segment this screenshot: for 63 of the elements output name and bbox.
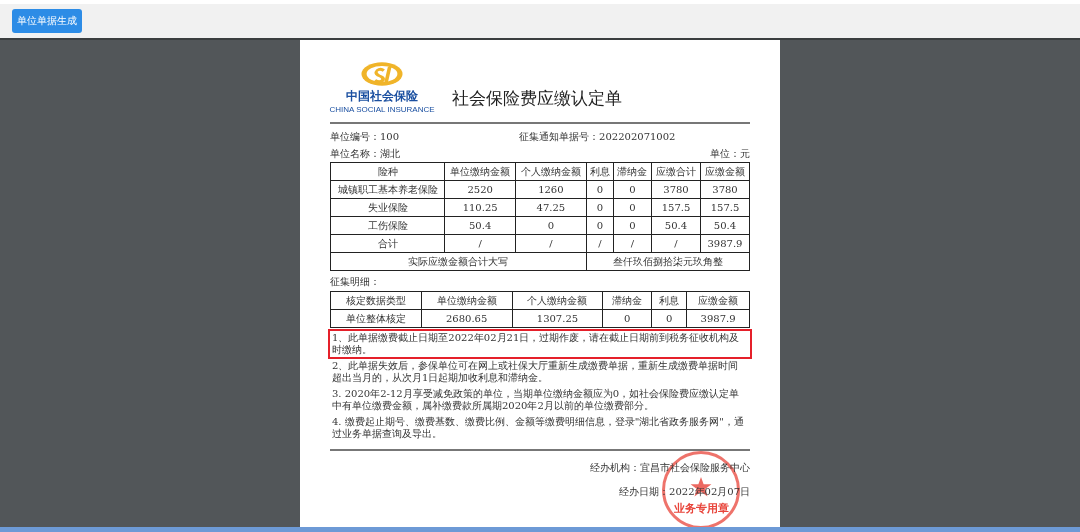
table-cell: 城镇职工基本养老保险 [330, 180, 445, 199]
table-cell: 0 [613, 180, 652, 199]
unit-name: 单位名称：湖北 [330, 147, 400, 160]
table-cell: / [613, 234, 652, 253]
table-cell: 叁仟玖佰捌拾柒元玖角整 [586, 252, 750, 271]
table-cell: 1260 [515, 180, 587, 199]
table-cell: / [444, 234, 516, 253]
column-header: 核定数据类型 [330, 291, 422, 310]
table-cell: 0 [586, 216, 614, 235]
currency-unit: 单位：元 [710, 147, 750, 160]
table-cell: 3780 [651, 180, 701, 199]
table-cell: 0 [515, 216, 587, 235]
column-header: 利息 [586, 162, 614, 181]
table-cell: 157.5 [651, 198, 701, 217]
table-cell: 失业保险 [330, 198, 445, 217]
column-header: 滞纳金 [602, 291, 652, 310]
table-cell: 50.4 [651, 216, 701, 235]
table-cell: 合计 [330, 234, 445, 253]
column-header: 单位缴纳金额 [444, 162, 516, 181]
table-cell: / [586, 234, 614, 253]
table-cell: 2680.65 [421, 309, 513, 328]
table-cell: 3987.9 [686, 309, 750, 328]
table-cell: 3987.9 [700, 234, 750, 253]
table-cell: 0 [586, 198, 614, 217]
table-cell: 0 [602, 309, 652, 328]
table-cell: 157.5 [700, 198, 750, 217]
table-cell: 0 [651, 309, 687, 328]
unit-number: 单位编号：100 [330, 130, 400, 143]
table-cell: 单位整体核定 [330, 309, 422, 328]
table-cell: 2520 [444, 180, 516, 199]
table-cell: / [651, 234, 701, 253]
table-cell: 实际应缴金额合计大写 [330, 252, 587, 271]
table-cell: 110.25 [444, 198, 516, 217]
table-cell: 工伤保险 [330, 216, 445, 235]
logo-text: 中国社会保险 [346, 88, 418, 105]
column-header: 个人缴纳金额 [515, 162, 587, 181]
table-cell: 0 [613, 198, 652, 217]
note-text: 2、此单据失效后，参保单位可在网上或社保大厅重新生成缴费单据，重新生成缴费单据时间超出当月的，从次月1日起期加收利息和滞纳金。 [331, 359, 740, 385]
table-cell: 50.4 [444, 216, 516, 235]
column-header: 个人缴纳金额 [512, 291, 603, 310]
note-text: 4. 缴费起止期号、缴费基数、缴费比例、金额等缴费明细信息，登录"湖北省政务服务网"，通过业务单据查询及导出。 [331, 415, 745, 441]
column-header: 险种 [330, 162, 445, 181]
column-header: 单位缴纳金额 [421, 291, 513, 310]
generate-button[interactable]: 单位单据生成 [12, 9, 82, 33]
note-text: 1、此单据缴费截止日期至2022年02月21日，过期作废，请在截止日期前到税务征收机构及时缴纳。 [330, 331, 750, 357]
table-cell: 1307.25 [512, 309, 603, 328]
table-cell: 50.4 [700, 216, 750, 235]
document-title: 社会保险费应缴认定单 [452, 87, 622, 110]
table-cell: 3780 [700, 180, 750, 199]
column-header: 应缴金额 [686, 291, 750, 310]
note-text: 3. 2020年2-12月享受减免政策的单位，当期单位缴纳金额应为0，如社会保险费应缴认定单中有单位缴费金额，属补缴费款所属期2020年2月以前的单位缴费部分。 [331, 387, 740, 413]
column-header: 滞纳金 [613, 162, 652, 181]
column-header: 应缴合计 [651, 162, 701, 181]
column-header: 利息 [651, 291, 687, 310]
table-cell: / [515, 234, 587, 253]
section-label: 征集明细： [330, 275, 381, 289]
table-cell: 0 [586, 180, 614, 199]
table-cell: 0 [613, 216, 652, 235]
column-header: 应缴金额 [700, 162, 750, 181]
logo-icon [360, 60, 404, 88]
notice-number: 征集通知单据号：202202071002 [519, 130, 676, 143]
logo-subtitle: CHINA SOCIAL INSURANCE [329, 105, 435, 114]
table-cell: 47.25 [515, 198, 587, 217]
